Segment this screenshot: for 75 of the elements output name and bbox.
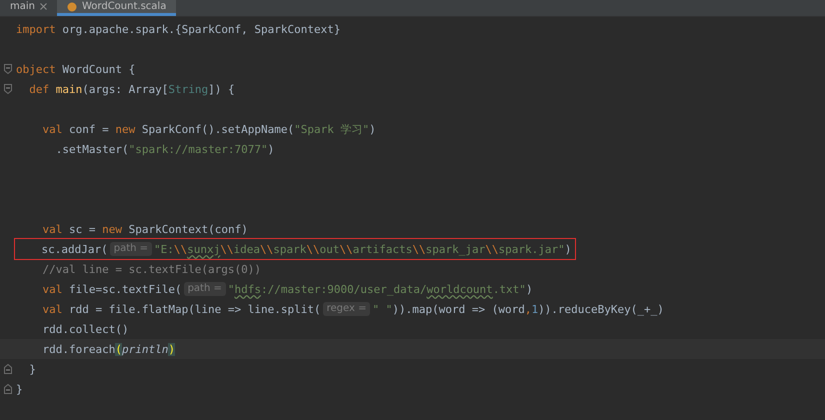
code-text: ]) { xyxy=(208,82,235,96)
close-icon[interactable] xyxy=(40,3,47,10)
string-literal: spark.jar" xyxy=(498,242,565,256)
code-comment: //val line = sc.textFile(args(0)) xyxy=(41,262,262,276)
code-text: rdd.collect() xyxy=(41,322,129,336)
keyword: , xyxy=(524,302,532,316)
keyword: val xyxy=(41,282,62,296)
code-text: file=sc.textFile( xyxy=(68,282,182,296)
keyword: val xyxy=(41,302,62,316)
escape-sequence: \\ xyxy=(260,242,274,256)
parameter-hint: regex = xyxy=(322,302,370,316)
string-literal: ://master:9000/user_data/ xyxy=(261,282,427,296)
fold-icon[interactable] xyxy=(4,384,12,394)
string-literal: idea xyxy=(234,242,260,256)
string-literal: " " xyxy=(372,302,392,316)
escape-sequence: \\ xyxy=(340,242,353,256)
string-literal: " xyxy=(228,282,234,296)
code-text: rdd = file.flatMap(line => line.split( xyxy=(68,302,321,316)
keyword: object xyxy=(16,62,56,76)
code-text: (args: Array[ xyxy=(82,82,168,96)
type-name: String xyxy=(168,82,208,96)
string-literal: spark xyxy=(273,242,306,256)
escape-sequence: \\ xyxy=(220,242,234,256)
keyword: val xyxy=(41,222,62,236)
code-text: sc.addJar( xyxy=(40,242,108,256)
tab-label: WordCount.scala xyxy=(82,1,166,12)
editor-tab[interactable]: WordCount.scala xyxy=(57,0,176,16)
code-text: )).reduceByKey(_+_) xyxy=(538,302,664,316)
string-literal: "spark://master:7077" xyxy=(128,142,268,156)
code-text: org.apache.spark.{SparkConf, SparkContext} xyxy=(61,22,341,36)
keyword: val xyxy=(41,122,62,136)
string-literal: .txt" xyxy=(492,282,526,296)
matched-brace: ) xyxy=(168,342,175,356)
editor-tab[interactable]: main xyxy=(0,0,57,16)
string-literal: "E: xyxy=(154,242,174,256)
function-reference: println xyxy=(122,342,168,356)
escape-sequence: \\ xyxy=(412,242,426,256)
code-text: } xyxy=(16,382,23,396)
escape-sequence: \\ xyxy=(306,242,320,256)
escape-sequence: \\ xyxy=(485,242,498,256)
code-text: SparkContext(conf) xyxy=(128,222,248,236)
fold-icon[interactable] xyxy=(4,84,12,94)
file-icon xyxy=(67,2,77,12)
code-text: sc = xyxy=(68,222,96,236)
string-literal: "Spark 学习" xyxy=(294,122,370,136)
code-text: ) xyxy=(564,242,572,256)
parameter-hint: path = xyxy=(110,242,152,256)
code-text: WordCount { xyxy=(61,62,136,76)
misspelled-word: sunxj xyxy=(187,242,220,256)
parameter-hint: path = xyxy=(184,282,226,296)
keyword: new xyxy=(102,222,122,236)
code-text: )).map(word => (word xyxy=(392,302,525,316)
code-text: SparkConf().setAppName( xyxy=(140,122,294,136)
fold-icon[interactable] xyxy=(4,364,12,374)
misspelled-word: hdfs xyxy=(234,282,261,296)
keyword: new xyxy=(115,122,136,136)
code-text: ) xyxy=(268,142,274,156)
string-literal: out xyxy=(320,242,340,256)
code-text: } xyxy=(28,362,36,376)
function-name: main xyxy=(56,82,82,96)
keyword: import xyxy=(16,22,56,36)
fold-icon[interactable] xyxy=(4,64,12,74)
misspelled-word: worldcount xyxy=(426,282,493,296)
keyword: def xyxy=(28,82,50,96)
escape-sequence: \\ xyxy=(174,242,188,256)
code-text: rdd.foreach xyxy=(41,342,116,356)
code-text: ) xyxy=(369,122,376,136)
code-text: ) xyxy=(526,282,533,296)
string-literal: spark_jar xyxy=(426,242,486,256)
code-text: .setMaster( xyxy=(54,142,129,156)
string-literal: artifacts xyxy=(352,242,412,256)
tab-label: main xyxy=(10,1,35,12)
code-text: conf = xyxy=(68,122,110,136)
matched-brace: ( xyxy=(115,342,122,356)
number-literal: 1 xyxy=(531,302,538,316)
